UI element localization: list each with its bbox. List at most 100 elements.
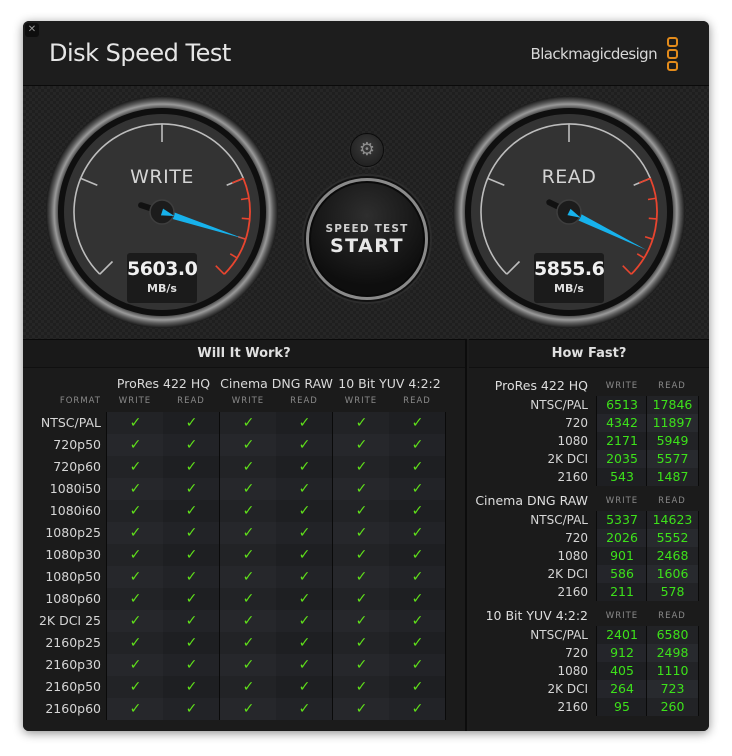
check-icon: ✓ [333,412,390,434]
write-read-header-row: WRITE READ WRITE READ WRITE READ [23,396,467,408]
column-divider [332,610,333,632]
column-divider [596,450,597,468]
column-divider [445,676,446,698]
column-divider [445,412,446,434]
check-icon: ✓ [220,412,277,434]
write-fps-value: 2035 [597,450,647,468]
column-divider [219,500,220,522]
column-divider [219,522,220,544]
app-title: Disk Speed Test [49,39,231,67]
check-icon: ✓ [107,544,164,566]
read-fps-value: 260 [647,698,698,716]
check-icon: ✓ [220,654,277,676]
format-label: NTSC/PAL [40,415,101,430]
write-column-header: WRITE [605,381,639,391]
column-divider [106,456,107,478]
column-divider [596,662,597,680]
read-gauge-label: READ [541,166,597,188]
check-icon: ✓ [163,654,220,676]
check-icon: ✓ [163,412,220,434]
column-divider [106,698,107,720]
read-fps-value: 5577 [647,450,698,468]
column-divider [332,632,333,654]
column-divider [445,632,446,654]
table-row: 2K DCI 586 1606 [469,565,709,583]
table-row: 1080i60 ✓ ✓ ✓ ✓ ✓ ✓ [23,500,467,522]
table-row: 1080 2171 5949 [469,432,709,450]
check-icon: ✓ [333,500,390,522]
format-label: 2160p60 [45,701,101,716]
check-icon: ✓ [389,544,446,566]
check-icon: ✓ [163,456,220,478]
column-divider [596,680,597,698]
format-label: 1080p25 [45,525,101,540]
column-divider [106,610,107,632]
will-it-work-panel: Will It Work? ProRes 422 HQ Cinema DNG RA… [23,339,467,731]
write-fps-value: 2026 [597,529,647,547]
column-divider [445,544,446,566]
settings-button[interactable]: ⚙ [350,133,384,167]
check-icon: ✓ [107,478,164,500]
check-icon: ✓ [389,500,446,522]
check-icon: ✓ [276,544,333,566]
column-divider [698,468,699,486]
check-icon: ✓ [220,676,277,698]
column-divider [219,412,220,434]
write-fps-value: 2171 [597,432,647,450]
check-icon: ✓ [163,588,220,610]
write-fps-value: 5337 [597,511,647,529]
blackmagic-logo-icon [667,37,679,73]
how-fast-codec-title: ProRes 422 HQ [494,378,588,393]
read-column-header: READ [403,396,431,406]
table-row: 720 2026 5552 [469,529,709,547]
read-speed-unit: MB/s [554,282,584,295]
table-row: 1080p60 ✓ ✓ ✓ ✓ ✓ ✓ [23,588,467,610]
column-divider [698,662,699,680]
format-label: 720 [565,531,588,545]
format-label: 2160p50 [45,679,101,694]
write-column-header: WRITE [231,396,265,406]
check-icon: ✓ [389,434,446,456]
column-divider [596,432,597,450]
column-divider [219,610,220,632]
check-icon: ✓ [276,412,333,434]
column-divider [106,434,107,456]
column-divider [596,468,597,486]
format-label: 1080p60 [45,591,101,606]
check-icon: ✓ [107,522,164,544]
column-divider [445,654,446,676]
column-divider [219,632,220,654]
column-divider [106,676,107,698]
check-icon: ✓ [107,588,164,610]
close-icon: ✕ [27,24,37,35]
column-divider [332,456,333,478]
check-icon: ✓ [276,698,333,720]
check-icon: ✓ [220,588,277,610]
check-icon: ✓ [276,434,333,456]
check-icon: ✓ [163,500,220,522]
check-icon: ✓ [333,478,390,500]
check-icon: ✓ [276,588,333,610]
column-divider [596,414,597,432]
format-label: NTSC/PAL [530,628,588,642]
column-divider [646,529,647,547]
column-divider [445,566,446,588]
check-icon: ✓ [163,566,220,588]
check-icon: ✓ [163,544,220,566]
column-divider [106,544,107,566]
table-row: 720p60 ✓ ✓ ✓ ✓ ✓ ✓ [23,456,467,478]
check-icon: ✓ [220,434,277,456]
read-column-header: READ [658,611,686,621]
column-divider [698,529,699,547]
write-column-header: WRITE [118,396,152,406]
column-divider [332,478,333,500]
format-label: 2K DCI [547,682,588,696]
format-label: 2160 [557,585,588,599]
write-gauge-label: WRITE [130,166,194,188]
check-icon: ✓ [333,544,390,566]
close-button[interactable]: ✕ [25,23,39,37]
check-icon: ✓ [107,412,164,434]
start-button[interactable]: SPEED TEST START [306,178,428,300]
check-icon: ✓ [220,544,277,566]
check-icon: ✓ [276,522,333,544]
